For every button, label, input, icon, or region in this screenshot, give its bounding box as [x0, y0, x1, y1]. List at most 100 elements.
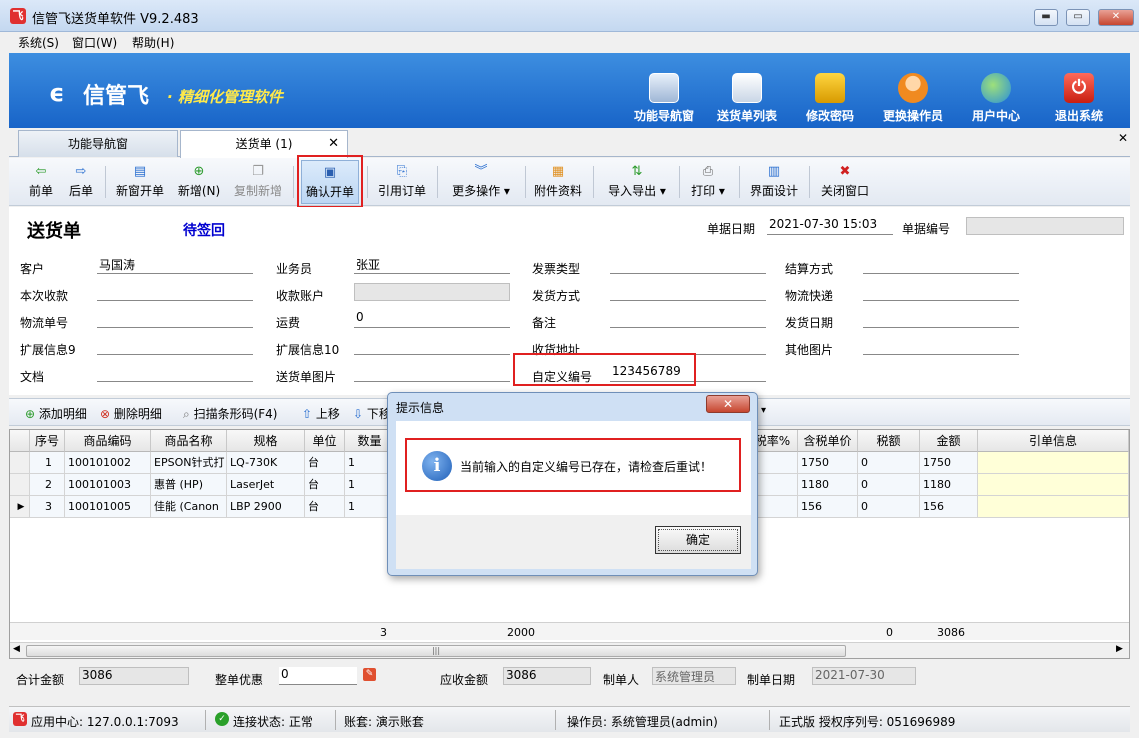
column-header[interactable]: 规格 [227, 430, 305, 452]
table-cell[interactable]: 0 [858, 474, 920, 496]
column-header[interactable]: 税额 [858, 430, 920, 452]
ext10-field[interactable] [354, 337, 510, 355]
table-cell[interactable] [978, 452, 1129, 474]
column-header[interactable]: 引单信息 [978, 430, 1129, 452]
table-cell[interactable]: 156 [920, 496, 978, 518]
nav-exit-system[interactable]: ⏻ 退出系统 [1041, 73, 1117, 124]
panel-close-icon[interactable]: ✕ [1118, 131, 1128, 145]
courier-field[interactable] [863, 283, 1019, 301]
customer-field[interactable]: 马国涛 [97, 256, 253, 274]
next-doc-button[interactable]: ⇨ 后单 [65, 160, 97, 204]
table-cell[interactable]: 156 [798, 496, 858, 518]
nav-change-password[interactable]: 修改密码 [792, 73, 868, 124]
remark-field[interactable] [610, 310, 766, 328]
table-cell[interactable]: 台 [305, 496, 345, 518]
receipt-field[interactable] [97, 283, 253, 301]
close-window-button[interactable]: ✕ [1098, 9, 1134, 26]
table-cell[interactable]: 0 [858, 496, 920, 518]
scrollbar-thumb[interactable]: ||| [26, 645, 846, 657]
nav-delivery-list[interactable]: 送货单列表 [709, 73, 785, 124]
menu-system[interactable]: 系统(S) [18, 34, 59, 51]
settle-field[interactable] [863, 256, 1019, 274]
ext9-field[interactable] [97, 337, 253, 355]
receipt-account-field[interactable] [354, 283, 510, 301]
table-cell[interactable]: LaserJet [227, 474, 305, 496]
table-cell[interactable]: 惠普 (HP) [151, 474, 227, 496]
column-header[interactable]: 单位 [305, 430, 345, 452]
tracking-field[interactable] [97, 310, 253, 328]
table-cell[interactable]: 台 [305, 452, 345, 474]
table-cell[interactable] [978, 474, 1129, 496]
ship-date-field[interactable] [863, 310, 1019, 328]
table-cell[interactable]: 1 [30, 452, 65, 474]
delivery-image-field[interactable] [354, 364, 510, 382]
invoice-type-field[interactable] [610, 256, 766, 274]
other-images-field[interactable] [863, 337, 1019, 355]
table-cell[interactable]: 1180 [920, 474, 978, 496]
table-cell[interactable]: 3 [30, 496, 65, 518]
doc-field[interactable] [97, 364, 253, 382]
move-down-button[interactable]: ⇩ 下移 [353, 405, 391, 422]
maximize-button[interactable]: ▭ [1066, 9, 1090, 26]
scan-barcode-button[interactable]: ⌕ 扫描条形码(F4) [183, 405, 277, 422]
table-cell[interactable]: 0 [858, 452, 920, 474]
column-header[interactable]: 商品名称 [151, 430, 227, 452]
nav-change-operator[interactable]: 更换操作员 [875, 73, 951, 124]
add-detail-button[interactable]: ⊕ 添加明细 [25, 405, 87, 422]
table-cell[interactable]: 1750 [798, 452, 858, 474]
new-button[interactable]: ⊕ 新增(N) [175, 160, 223, 204]
table-cell[interactable]: 1750 [920, 452, 978, 474]
table-cell[interactable]: 100101005 [65, 496, 151, 518]
prev-doc-button[interactable]: ⇦ 前单 [25, 160, 57, 204]
table-cell[interactable]: LBP 2900 [227, 496, 305, 518]
column-header[interactable]: 金额 [920, 430, 978, 452]
column-header[interactable]: 含税单价 [798, 430, 858, 452]
discount-edit-icon[interactable]: ✎ [363, 668, 376, 681]
table-cell[interactable]: 100101002 [65, 452, 151, 474]
more-dropdown-icon[interactable]: ▾ [761, 405, 766, 416]
table-cell[interactable]: 100101003 [65, 474, 151, 496]
ok-button[interactable]: 确定 [655, 526, 741, 554]
table-cell[interactable]: 2 [30, 474, 65, 496]
tab-function-navigator[interactable]: 功能导航窗 [18, 130, 178, 157]
table-cell[interactable] [978, 496, 1129, 518]
ui-design-button[interactable]: ▥ 界面设计 [745, 160, 803, 204]
ship-method-field[interactable] [610, 283, 766, 301]
table-cell[interactable]: LQ-730K [227, 452, 305, 474]
tab-delivery-note[interactable]: 送货单 (1) ✕ [180, 130, 348, 158]
table-cell[interactable]: EPSON针式打 [151, 452, 227, 474]
total-amount: 3086 [937, 626, 965, 639]
table-cell[interactable]: 台 [305, 474, 345, 496]
table-cell[interactable]: 佳能 (Canon [151, 496, 227, 518]
table-cell[interactable]: 1180 [798, 474, 858, 496]
nav-user-center[interactable]: 用户中心 [958, 73, 1034, 124]
ref-order-button[interactable]: ⎘ 引用订单 [375, 160, 429, 204]
menu-help[interactable]: 帮助(H) [132, 34, 174, 51]
new-window-button[interactable]: ▤ 新窗开单 [113, 160, 167, 204]
delete-detail-button[interactable]: ⊗ 删除明细 [100, 405, 162, 422]
date-field[interactable]: 2021-07-30 15:03 [767, 217, 893, 235]
minimize-button[interactable]: ▬ [1034, 9, 1058, 26]
copy-new-button[interactable]: ❐ 复制新增 [231, 160, 285, 204]
close-window-tool-button[interactable]: ✖ 关闭窗口 [815, 160, 875, 204]
docno-field[interactable] [966, 217, 1124, 235]
scroll-right-icon[interactable]: ▶ [1116, 644, 1123, 654]
more-actions-button[interactable]: ︾ 更多操作 ▾ [445, 160, 517, 204]
button-label: 附件资料 [533, 184, 582, 198]
discount-field[interactable]: 0 [279, 667, 357, 685]
horizontal-scrollbar[interactable]: ◀ ||| ▶ [10, 642, 1129, 658]
toolbar-separator [809, 166, 810, 198]
nav-function-navigator[interactable]: 功能导航窗 [626, 73, 702, 124]
attachments-button[interactable]: ▦ 附件资料 [531, 160, 585, 204]
salesman-field[interactable]: 张亚 [354, 256, 510, 274]
freight-field[interactable]: 0 [354, 310, 510, 328]
dialog-close-button[interactable]: ✕ [706, 395, 750, 413]
move-up-button[interactable]: ⇧ 上移 [302, 405, 340, 422]
menu-window[interactable]: 窗口(W) [72, 34, 117, 51]
close-tab-icon[interactable]: ✕ [328, 131, 339, 157]
column-header[interactable]: 序号 [30, 430, 65, 452]
import-export-button[interactable]: ⇅ 导入导出 ▾ [601, 160, 673, 204]
column-header[interactable]: 商品编码 [65, 430, 151, 452]
print-button[interactable]: ⎙ 打印 ▾ [685, 160, 731, 204]
scroll-left-icon[interactable]: ◀ [13, 644, 20, 654]
